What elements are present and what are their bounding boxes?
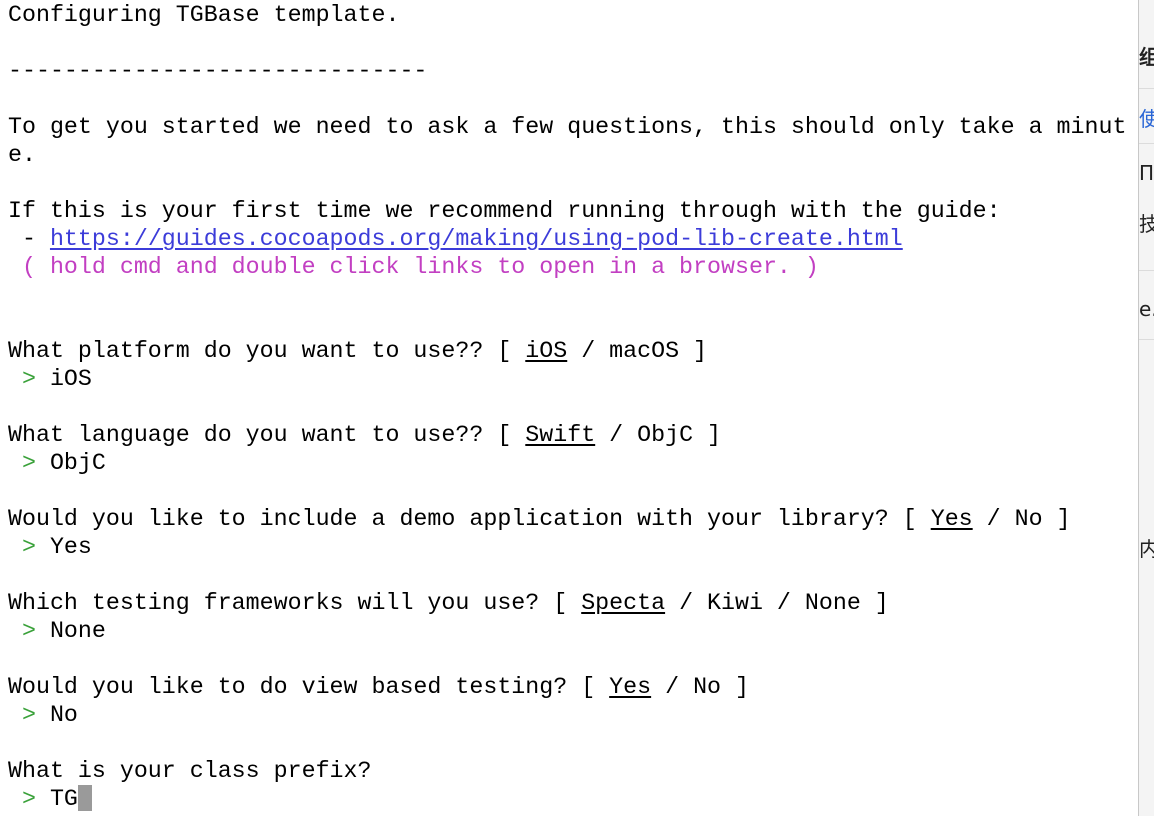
background-text-fragment: 使 xyxy=(1139,106,1154,132)
hint-text: ( hold cmd and double click links to ope… xyxy=(8,254,819,280)
intro-text-line-2: e. xyxy=(8,142,36,168)
question-demo-app: Would you like to include a demo applica… xyxy=(8,505,1071,533)
background-text-fragment: 内 xyxy=(1139,536,1154,562)
answer-text: Yes xyxy=(49,534,92,560)
answer-demo-app: > Yes xyxy=(8,533,92,561)
background-divider xyxy=(1139,88,1154,89)
answer-text: ObjC xyxy=(49,450,106,476)
default-option: Specta xyxy=(581,590,666,616)
answer-language: > ObjC xyxy=(8,449,106,477)
other-options: / ObjC ] xyxy=(595,422,722,448)
answer-testing-framework: > None xyxy=(8,617,106,645)
intro-text-line-1: To get you started we need to ask a few … xyxy=(8,114,1127,140)
prompt-symbol: > xyxy=(8,702,50,728)
background-text-fragment: e. xyxy=(1139,297,1154,321)
command-input-line[interactable]: > TG xyxy=(8,785,92,813)
prompt-symbol: > xyxy=(8,450,50,476)
question-text: Which testing frameworks will you use? [ xyxy=(8,590,582,616)
question-text: What platform do you want to use?? [ xyxy=(8,338,526,364)
background-text-fragment: 技 xyxy=(1139,211,1154,237)
header-text: Configuring TGBase template. xyxy=(8,2,400,28)
question-text: Would you like to include a demo applica… xyxy=(8,506,931,532)
guide-link[interactable]: https://guides.cocoapods.org/making/usin… xyxy=(50,226,903,252)
answer-view-testing: > No xyxy=(8,701,78,729)
answer-text: iOS xyxy=(49,366,92,392)
guide-bullet: - xyxy=(8,226,50,252)
background-divider xyxy=(1139,339,1154,340)
other-options: / No ] xyxy=(972,506,1071,532)
text-cursor xyxy=(77,785,92,811)
question-class-prefix: What is your class prefix? xyxy=(8,758,372,784)
prompt-symbol: > xyxy=(8,366,50,392)
answer-text: No xyxy=(49,702,78,728)
question-language: What language do you want to use?? [ Swi… xyxy=(8,421,721,449)
answer-platform: > iOS xyxy=(8,365,92,393)
default-option: Swift xyxy=(525,422,596,448)
answer-text: None xyxy=(49,618,106,644)
question-view-testing: Would you like to do view based testing?… xyxy=(8,673,749,701)
prompt-symbol: > xyxy=(8,618,50,644)
background-window-edge[interactable]: 组 使 П 技 e. 内 xyxy=(1138,0,1154,816)
background-divider xyxy=(1139,143,1154,144)
question-platform: What platform do you want to use?? [ iOS… xyxy=(8,337,707,365)
background-text-fragment: П xyxy=(1139,161,1154,185)
default-option: Yes xyxy=(930,506,973,532)
other-options: / macOS ] xyxy=(567,338,708,364)
divider-line: ------------------------------ xyxy=(8,58,428,84)
default-option: Yes xyxy=(609,674,652,700)
other-options: / Kiwi / None ] xyxy=(665,590,889,616)
background-divider xyxy=(1139,270,1154,271)
terminal-window[interactable]: Configuring TGBase template. -----------… xyxy=(0,0,1138,816)
question-text: What language do you want to use?? [ xyxy=(8,422,526,448)
guide-text: If this is your first time we recommend … xyxy=(8,198,1001,224)
question-testing-framework: Which testing frameworks will you use? [… xyxy=(8,589,889,617)
current-input[interactable]: TG xyxy=(50,786,78,812)
question-text: Would you like to do view based testing?… xyxy=(8,674,610,700)
guide-link-line: - https://guides.cocoapods.org/making/us… xyxy=(8,225,903,253)
background-text-fragment: 组 xyxy=(1139,44,1154,70)
prompt-symbol: > xyxy=(8,534,50,560)
other-options: / No ] xyxy=(651,674,749,700)
prompt-symbol: > xyxy=(8,786,50,812)
default-option: iOS xyxy=(525,338,568,364)
